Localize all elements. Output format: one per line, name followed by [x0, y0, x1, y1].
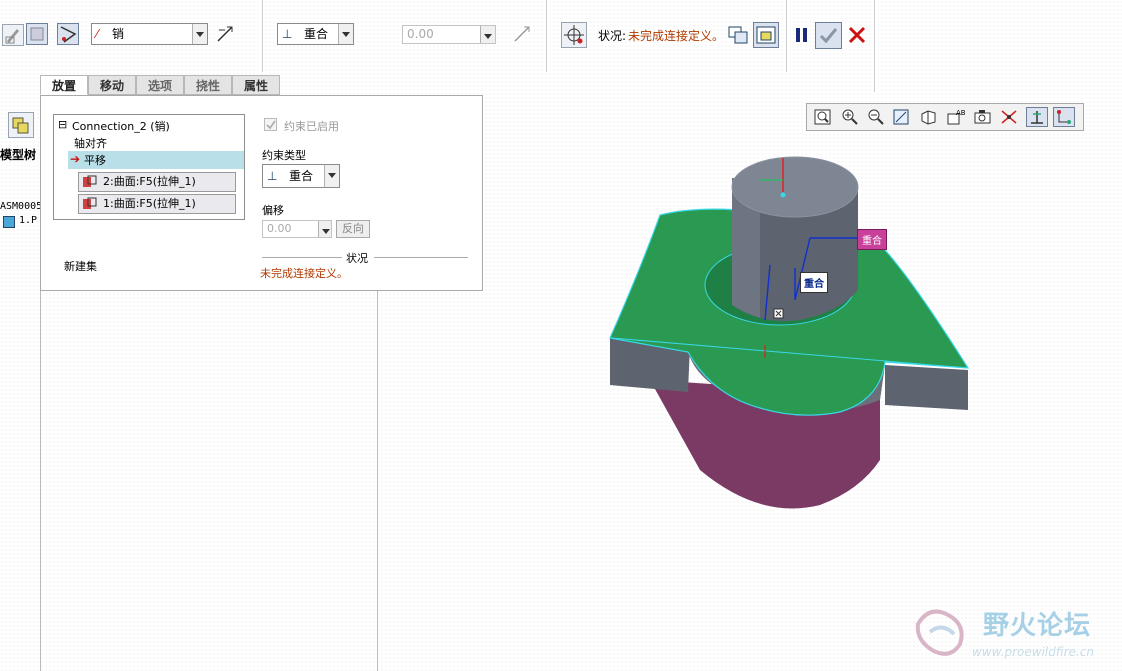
- orient-icon[interactable]: [918, 107, 940, 127]
- rigid-body-icon[interactable]: [26, 23, 48, 45]
- csys-display-icon[interactable]: [1026, 107, 1048, 127]
- cancel-button[interactable]: [847, 25, 867, 45]
- tree-item-translation: 平移: [84, 154, 106, 167]
- apply-button[interactable]: [815, 22, 842, 49]
- connection-name[interactable]: Connection_2 (销): [72, 118, 170, 134]
- constraint-type-select[interactable]: ⊥ 重合: [277, 23, 354, 45]
- repaint-icon[interactable]: [891, 107, 913, 127]
- plate-side-right: [885, 365, 968, 410]
- pane-divider[interactable]: [377, 290, 378, 671]
- assembly-model[interactable]: [560, 150, 1020, 520]
- flip-offset-icon[interactable]: [512, 24, 532, 44]
- arrow-right-icon: ➔: [70, 152, 81, 166]
- model-tree-title: 模型树: [0, 148, 37, 162]
- pin-top-face: [731, 156, 859, 218]
- flip-button[interactable]: 反向: [336, 220, 370, 238]
- point-display-icon[interactable]: [1053, 107, 1075, 127]
- panel-status-text: 未完成连接定义。: [260, 267, 348, 280]
- model-tree-item[interactable]: 1.P: [19, 215, 37, 226]
- constraint-type-label: 约束类型: [262, 149, 306, 162]
- flip-direction-icon[interactable]: [215, 24, 235, 44]
- pause-icon[interactable]: [793, 26, 811, 44]
- dashboard: ⁄ 销 ⊥ 重合 0.00 状况: 未完成连接定义。: [0, 0, 1122, 92]
- coincident-icon: ⊥: [282, 27, 293, 41]
- constraint-enabled-label: 约束已启用: [284, 120, 339, 133]
- chevron-down-icon[interactable]: [338, 24, 353, 44]
- tab-placement[interactable]: 放置: [40, 75, 88, 95]
- panel-constraint-type-select[interactable]: ⊥ 重合: [262, 164, 340, 188]
- pin-icon: ⁄: [96, 27, 99, 41]
- datum-display-icon[interactable]: [999, 107, 1021, 127]
- svg-text:AB: AB: [956, 109, 966, 117]
- constraint-label-white[interactable]: 重合: [800, 272, 828, 293]
- assembly-window-icon[interactable]: [753, 22, 779, 48]
- component-window-icon[interactable]: [727, 24, 749, 46]
- tab-properties[interactable]: 属性: [232, 75, 280, 95]
- tab-flexibility[interactable]: 挠性: [184, 75, 232, 95]
- reference-item[interactable]: 2:曲面:F5(拉伸_1): [78, 172, 236, 192]
- refit-icon[interactable]: [812, 107, 834, 127]
- camera-icon[interactable]: [972, 107, 994, 127]
- axis-point: [780, 192, 786, 198]
- surface-ref-icon: [82, 175, 98, 189]
- new-set-link[interactable]: 新建集: [64, 258, 97, 274]
- watermark-logo-icon: [910, 604, 972, 660]
- user-defined-icon[interactable]: [2, 24, 24, 46]
- chevron-down-icon[interactable]: [192, 24, 207, 44]
- collapse-icon[interactable]: ⊟: [58, 118, 67, 131]
- part-icon: [3, 216, 15, 228]
- tab-move[interactable]: 移动: [88, 75, 136, 95]
- status-text: 未完成连接定义。: [628, 29, 725, 43]
- status-label: 状况:: [598, 29, 627, 43]
- view-toolbar: AB: [806, 103, 1084, 131]
- status-title: 状况: [346, 252, 368, 265]
- watermark-title: 野火论坛: [983, 611, 1092, 641]
- zoom-in-icon[interactable]: [839, 107, 861, 127]
- motion-axis-icon[interactable]: [57, 23, 79, 45]
- watermark-url: www.proewildfire.cn: [972, 645, 1094, 659]
- zoom-out-icon[interactable]: [865, 107, 887, 127]
- chevron-down-icon[interactable]: [324, 165, 339, 187]
- tree-item-translation-row[interactable]: ➔ 平移: [68, 151, 244, 169]
- separate-window-icon[interactable]: [561, 22, 587, 48]
- coincident-icon: ⊥: [267, 169, 278, 183]
- surface-ref-icon: [82, 197, 98, 211]
- saved-views-icon[interactable]: AB: [945, 107, 967, 127]
- offset-label: 偏移: [262, 204, 284, 217]
- model-tree-root[interactable]: ASM0005: [0, 201, 42, 212]
- status-divider-right: [374, 257, 468, 258]
- panel-offset-input[interactable]: 0.00: [262, 220, 332, 238]
- tab-options[interactable]: 选项: [136, 75, 184, 95]
- tree-item-axis-align[interactable]: 轴对齐: [74, 135, 107, 151]
- chevron-down-icon[interactable]: [480, 26, 495, 43]
- constraint-label-purple[interactable]: 重合: [857, 229, 887, 250]
- model-tree-settings-icon[interactable]: [8, 112, 34, 138]
- constraint-enabled-checkbox[interactable]: [264, 118, 277, 131]
- model-tree-pane: [0, 96, 41, 671]
- offset-input[interactable]: 0.00: [402, 25, 496, 44]
- status-divider-left: [262, 257, 342, 258]
- connection-type-select[interactable]: ⁄ 销: [91, 23, 208, 45]
- chevron-down-icon[interactable]: [318, 221, 331, 237]
- reference-item[interactable]: 1:曲面:F5(拉伸_1): [78, 194, 236, 214]
